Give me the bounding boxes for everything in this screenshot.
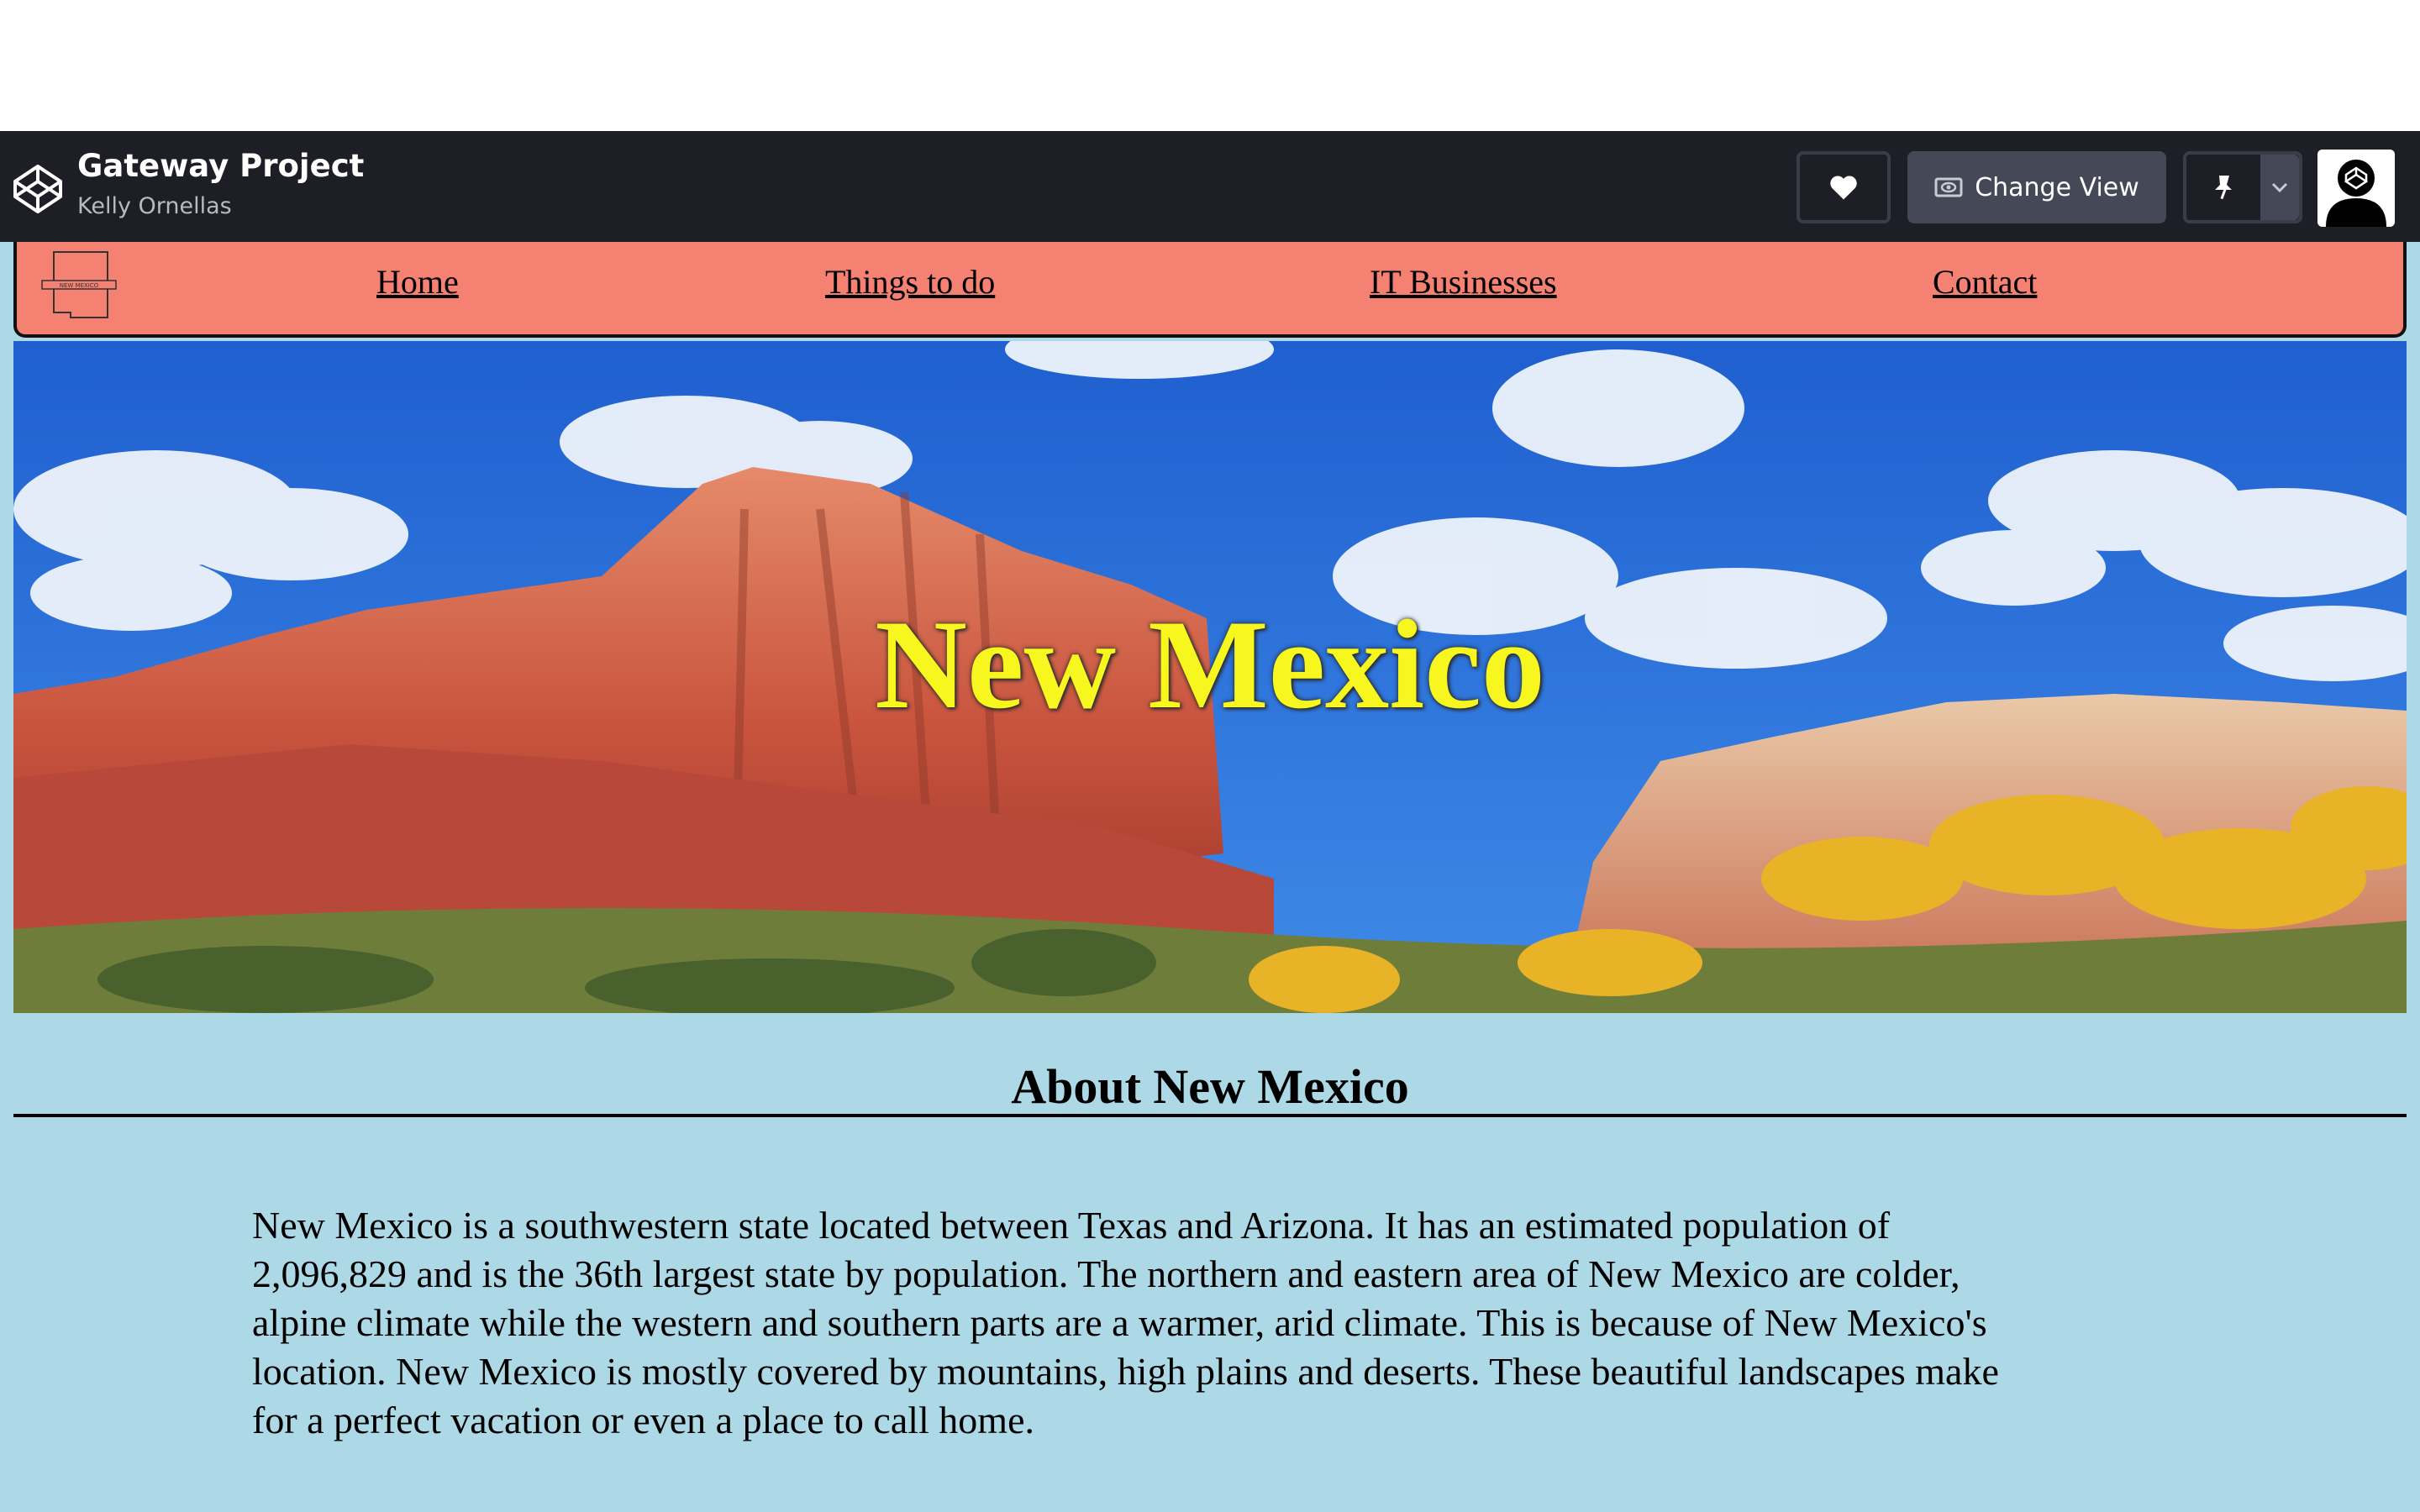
user-avatar[interactable] xyxy=(2317,150,2395,227)
project-title[interactable]: Gateway Project xyxy=(77,148,364,184)
codepen-header: Gateway Project Kelly Ornellas Change Vi… xyxy=(0,131,2420,242)
about-line: for a perfect vacation or even a place t… xyxy=(252,1399,1035,1441)
eye-icon xyxy=(1934,177,1963,197)
project-author[interactable]: Kelly Ornellas xyxy=(77,193,232,219)
hero-banner: New Mexico xyxy=(13,341,2407,1013)
change-view-button[interactable]: Change View xyxy=(1907,151,2166,223)
pin-button-group xyxy=(2183,151,2302,223)
about-line: 2,096,829 and is the 36th largest state … xyxy=(252,1252,1960,1295)
hero-title: New Mexico xyxy=(875,594,1545,735)
nav-link-things-to-do[interactable]: Things to do xyxy=(825,262,995,302)
nav-link-it-businesses[interactable]: IT Businesses xyxy=(1370,262,1557,302)
like-button[interactable] xyxy=(1797,151,1891,223)
logo-text: NEW MEXICO xyxy=(60,282,99,289)
change-view-label: Change View xyxy=(1975,172,2139,202)
nav-link-home[interactable]: Home xyxy=(376,262,459,302)
codepen-logo-icon[interactable] xyxy=(12,163,64,215)
about-line: New Mexico is a southwestern state locat… xyxy=(252,1204,1891,1247)
heart-icon xyxy=(1830,176,1857,200)
top-blank-strip xyxy=(0,0,2420,131)
chevron-down-icon xyxy=(2271,182,2288,193)
pin-icon xyxy=(2215,176,2232,200)
site-navbar: NEW MEXICO Home Things to do IT Business… xyxy=(13,242,2407,338)
avatar-icon xyxy=(2317,150,2395,227)
about-line: location. New Mexico is mostly covered b… xyxy=(252,1350,1999,1393)
new-mexico-logo-icon[interactable]: NEW MEXICO xyxy=(37,247,121,323)
nav-link-contact[interactable]: Contact xyxy=(1933,262,2037,302)
about-line: alpine climate while the western and sou… xyxy=(252,1301,1987,1344)
pin-dropdown-button[interactable] xyxy=(2260,155,2299,220)
about-heading: About New Mexico xyxy=(1011,1059,1409,1114)
pin-button[interactable] xyxy=(2186,155,2260,220)
section-divider xyxy=(13,1114,2407,1117)
page-content: NEW MEXICO Home Things to do IT Business… xyxy=(0,242,2420,1512)
about-paragraph: New Mexico is a southwestern state locat… xyxy=(252,1201,2185,1445)
